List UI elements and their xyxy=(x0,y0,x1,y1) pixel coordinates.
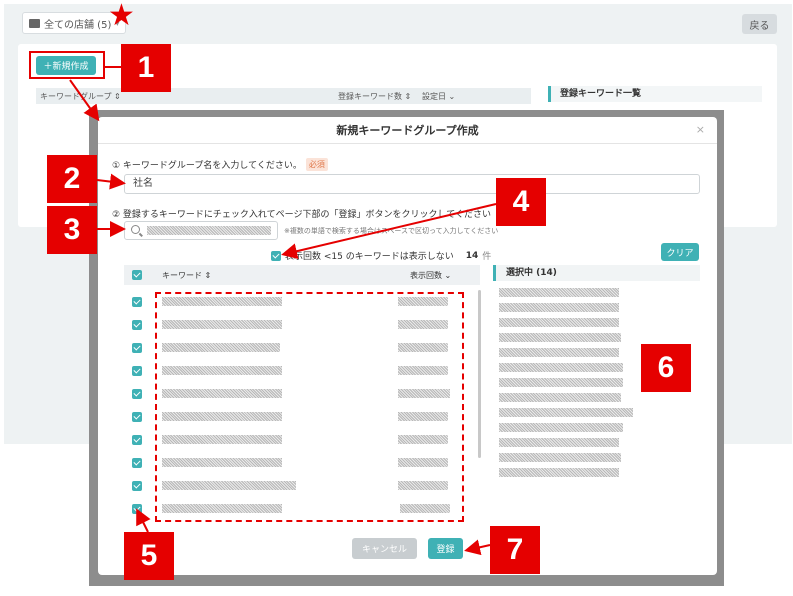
step-badge-1: 1 xyxy=(121,44,171,92)
arrow-5 xyxy=(136,508,151,533)
step-badge-7: 7 xyxy=(490,526,540,574)
annotation-arrows xyxy=(69,66,497,556)
arrow-2 xyxy=(96,173,126,190)
arrow-1-down xyxy=(69,79,100,122)
arrow-7 xyxy=(464,539,491,556)
step-badge-5: 5 xyxy=(124,532,174,580)
step-badge-6: 6 xyxy=(641,344,691,392)
step-badge-4: 4 xyxy=(496,178,546,226)
step-badge-3: 3 xyxy=(47,206,97,254)
arrow-4 xyxy=(281,203,497,260)
step-badge-2: 2 xyxy=(47,155,97,203)
screenshot: 全ての店舗 (5) ▾ 戻る ＋新規作成 キーワードグループ ⇕ 登録キーワード… xyxy=(0,0,793,596)
